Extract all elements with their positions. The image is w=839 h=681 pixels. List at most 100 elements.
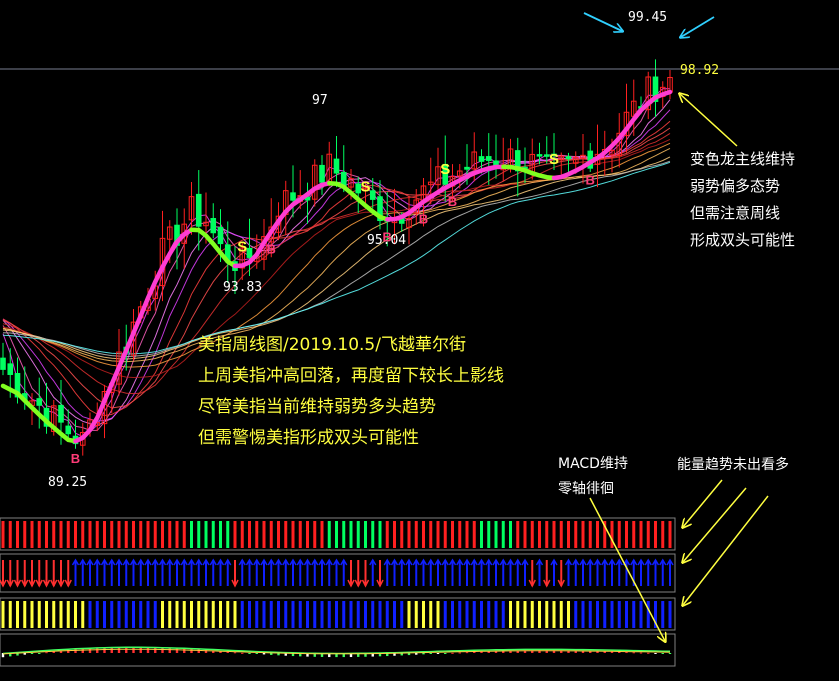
trend-bar [45, 521, 48, 548]
energy-bar [45, 601, 48, 628]
trend-bar [581, 521, 585, 548]
buy-signal: B [71, 451, 80, 466]
candle-body [0, 357, 6, 370]
trend-bar [414, 521, 418, 548]
energy-bar [132, 601, 135, 628]
energy-bar [596, 601, 599, 628]
macd-histogram-bar [661, 653, 664, 654]
candle-body [485, 156, 492, 161]
energy-bar [465, 601, 469, 628]
energy-bar [385, 601, 389, 628]
energy-bar [146, 601, 150, 628]
energy-bar [88, 601, 92, 628]
trend-bar [436, 521, 440, 548]
trend-bar [190, 521, 193, 548]
macd-note-line: MACD维持 [558, 456, 628, 472]
trend-bar [204, 521, 208, 548]
sell-signal: S [549, 151, 559, 168]
trend-bar [37, 521, 41, 548]
trend-bar [139, 521, 143, 548]
energy-bar [632, 601, 636, 628]
trend-bar [509, 521, 512, 548]
energy-bar [364, 601, 367, 628]
macd-histogram-bar [422, 653, 425, 655]
energy-bar [182, 601, 186, 628]
energy-bar [233, 601, 237, 628]
trend-bar [103, 521, 106, 548]
energy-bar [226, 601, 230, 628]
trend-bar [552, 521, 556, 548]
energy-bar [342, 601, 346, 628]
trend-bar [559, 521, 563, 548]
trend-bar [168, 521, 172, 548]
candle-body [7, 363, 14, 375]
trend-bar [639, 521, 643, 548]
energy-bar [436, 601, 440, 628]
energy-bar [552, 601, 556, 628]
trend-bar [364, 521, 367, 548]
macd-histogram-bar [30, 653, 34, 654]
trend-bar [269, 521, 273, 548]
energy-bar [95, 601, 99, 628]
energy-bar [487, 601, 491, 628]
trend-bar [255, 521, 259, 548]
energy-bar [661, 601, 665, 628]
main-line-segment [73, 227, 194, 444]
macd-histogram-bar [625, 652, 628, 654]
macd-histogram-bar [436, 653, 440, 654]
energy-bar [269, 601, 273, 628]
trend-bar [226, 521, 230, 548]
energy-bar [124, 601, 128, 628]
trend-bar [74, 521, 77, 548]
trend-bar [422, 521, 425, 548]
energy-bar [545, 601, 549, 628]
trend-bar [248, 521, 251, 548]
energy-bar [538, 601, 541, 628]
sell-signal: S [440, 161, 450, 178]
trend-bar [23, 521, 27, 548]
trend-bar [8, 521, 12, 548]
candle-body [195, 193, 202, 227]
trend-bar [516, 521, 520, 548]
energy-bar [501, 601, 505, 628]
trend-bar [117, 521, 121, 548]
candle-body [333, 158, 340, 174]
energy-arrow-2 [683, 487, 747, 562]
energy-bar [567, 601, 570, 628]
trend-bar [625, 521, 628, 548]
trend-bar [465, 521, 469, 548]
trend-bar [132, 521, 135, 548]
trend-bar [378, 521, 382, 548]
energy-bar [443, 601, 447, 628]
main-note-line: 上周美指冲高回落，再度留下较长上影线 [198, 366, 504, 386]
energy-bar [451, 601, 454, 628]
trend-bar [342, 521, 346, 548]
energy-bar [407, 601, 411, 628]
trend-bar [588, 521, 592, 548]
trend-bar [632, 521, 636, 548]
macd-histogram-bar [444, 653, 447, 654]
energy-bar [23, 601, 27, 628]
trend-bar [124, 521, 128, 548]
trend-bar [219, 521, 222, 548]
energy-bar [523, 601, 527, 628]
energy-bar [422, 601, 425, 628]
main-note-line: 但需警惕美指形成双头可能性 [198, 428, 419, 448]
trend-bar [494, 521, 498, 548]
energy-bar [255, 601, 259, 628]
trend-bar [429, 521, 433, 548]
energy-bar [400, 601, 404, 628]
energy-bar [458, 601, 462, 628]
trend-bar [523, 521, 527, 548]
trend-bar [371, 521, 375, 548]
macd-note-line: 零轴徘徊 [558, 481, 614, 497]
trend-bar [153, 521, 157, 548]
trend-bar [407, 521, 411, 548]
energy-bar [617, 601, 621, 628]
macd-histogram-bar [190, 649, 193, 653]
trend-bar [661, 521, 665, 548]
macd-panel [0, 633, 676, 667]
macd-histogram-bar [632, 652, 635, 654]
energy-bar [356, 601, 360, 628]
macd-dif-line [2, 646, 671, 655]
